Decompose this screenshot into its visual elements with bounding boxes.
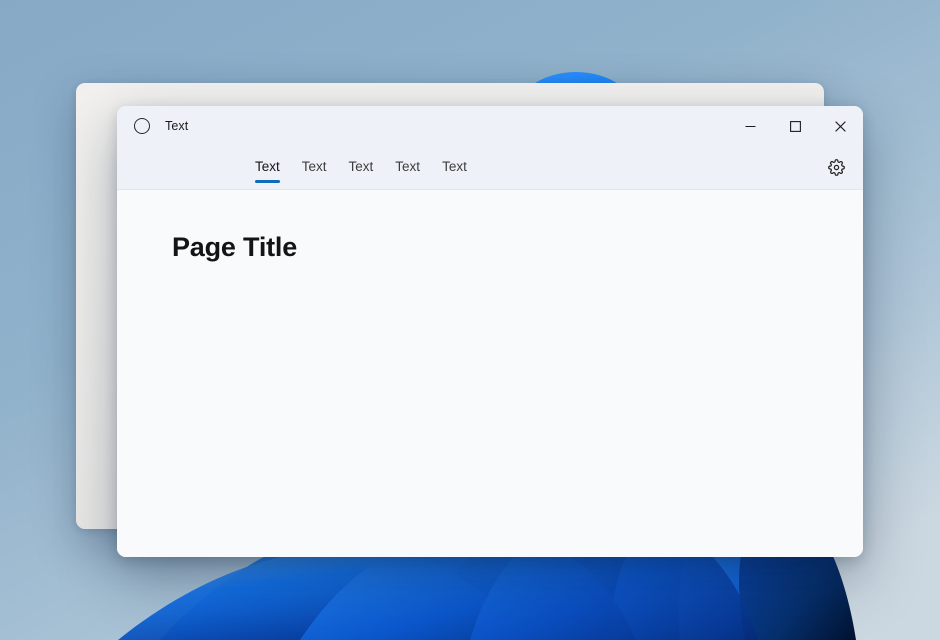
maximize-icon <box>790 121 801 132</box>
maximize-button[interactable] <box>773 106 818 146</box>
tab-2-label: Text <box>302 159 327 174</box>
minimize-button[interactable] <box>728 106 773 146</box>
window-caption-buttons <box>728 106 863 146</box>
window-title: Text <box>165 119 188 133</box>
circle-icon <box>134 118 150 134</box>
desktop: Text <box>0 0 940 640</box>
tab-4[interactable]: Text <box>395 153 420 183</box>
close-icon <box>835 121 846 132</box>
page-title: Page Title <box>172 232 863 263</box>
minimize-icon <box>745 121 756 132</box>
settings-button[interactable] <box>821 153 851 183</box>
tab-1-label: Text <box>255 159 280 174</box>
tab-strip: Text Text Text Text Text <box>117 146 863 190</box>
gear-icon <box>828 159 845 176</box>
tab-1[interactable]: Text <box>255 153 280 183</box>
tab-3[interactable]: Text <box>349 153 374 183</box>
page-content: Page Title <box>117 190 863 557</box>
window-titlebar[interactable]: Text <box>117 106 863 146</box>
application-window: Text <box>117 106 863 557</box>
tab-3-label: Text <box>349 159 374 174</box>
tab-5-label: Text <box>442 159 467 174</box>
tab-5[interactable]: Text <box>442 153 467 183</box>
close-button[interactable] <box>818 106 863 146</box>
tab-4-label: Text <box>395 159 420 174</box>
tab-2[interactable]: Text <box>302 153 327 183</box>
